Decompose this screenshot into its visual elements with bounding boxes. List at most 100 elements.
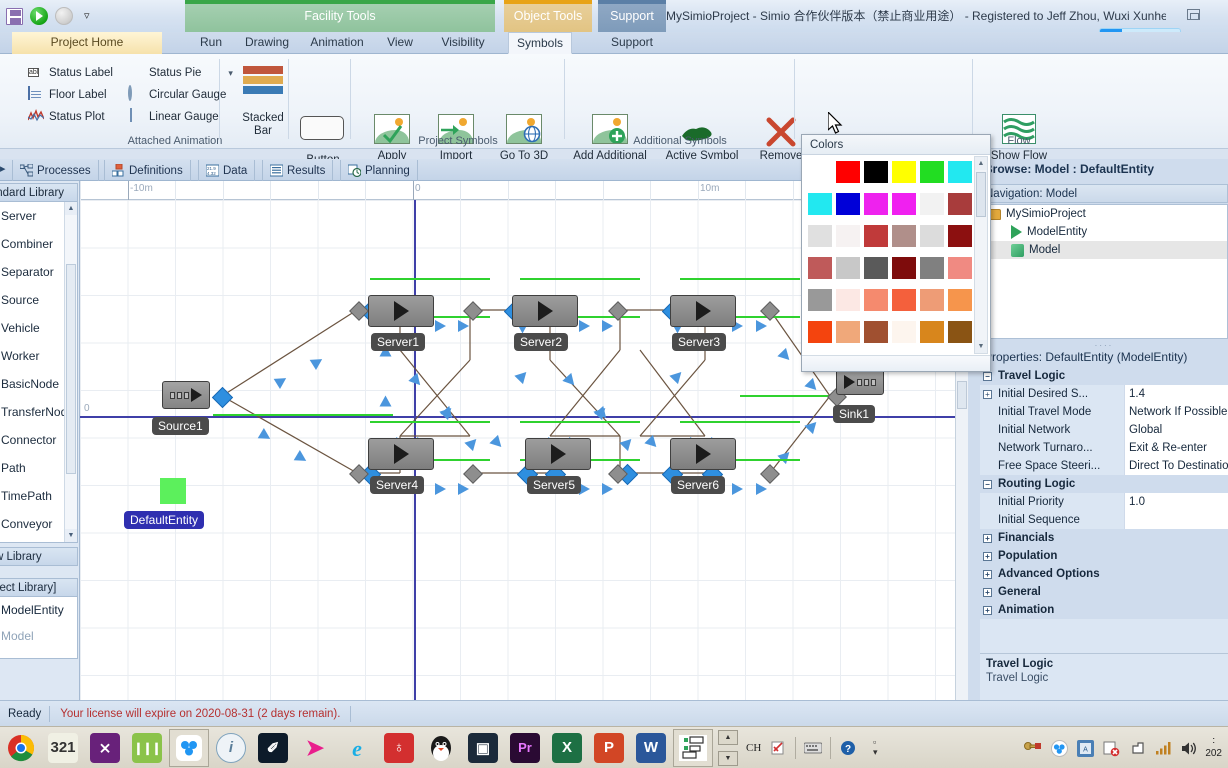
- object-label-source1[interactable]: Source1: [152, 417, 209, 435]
- tab-view[interactable]: View: [376, 32, 424, 54]
- ime-indicator[interactable]: CH ? ▫ ▾: [740, 736, 891, 759]
- color-swatch-5-0[interactable]: [808, 321, 832, 343]
- color-swatch-3-1[interactable]: [836, 257, 860, 279]
- contextual-tab-object-tools[interactable]: Object Tools: [504, 0, 592, 32]
- color-swatch-2-0[interactable]: [808, 225, 832, 247]
- colors-scrollbar[interactable]: ▲ ▼: [974, 156, 988, 354]
- object-label-server6[interactable]: Server6: [671, 476, 726, 494]
- blocked-icon[interactable]: [1101, 738, 1121, 758]
- object-source1[interactable]: [162, 381, 210, 409]
- property-value[interactable]: Direct To Destinatio: [1124, 457, 1228, 475]
- ribbon-item-status-plot[interactable]: Status Plot: [27, 106, 113, 128]
- color-swatch-5-5[interactable]: [948, 321, 972, 343]
- object-label-server5[interactable]: Server5: [527, 476, 582, 494]
- color-swatch-3-2[interactable]: [864, 257, 888, 279]
- color-swatch-0-0[interactable]: [808, 161, 832, 183]
- entity-defaultentity-icon[interactable]: [160, 478, 186, 504]
- property-category-advanced-options[interactable]: + Advanced Options: [980, 565, 1228, 583]
- color-swatch-0-5[interactable]: [948, 161, 972, 183]
- tab-symbols[interactable]: Symbols: [508, 32, 572, 54]
- project-library-list[interactable]: ModelEntity Model: [0, 597, 78, 659]
- ribbon-item-status-pie[interactable]: Status Pie ▾: [128, 62, 233, 84]
- object-server4[interactable]: [368, 438, 434, 470]
- color-swatch-2-3[interactable]: [892, 225, 916, 247]
- library-scrollbar[interactable]: ▲ ▼: [64, 202, 77, 542]
- color-swatch-1-1[interactable]: [836, 193, 860, 215]
- baidu-netdisk-tray-icon[interactable]: [1049, 738, 1069, 758]
- taskbar-info-app-icon[interactable]: i: [211, 729, 251, 767]
- expand-icon[interactable]: +: [983, 533, 992, 543]
- taskbar-clock[interactable]: ∶ 202: [1205, 736, 1224, 760]
- color-swatch-3-3[interactable]: [892, 257, 916, 279]
- library-scroll-thumb[interactable]: [66, 264, 76, 474]
- tree-item-mysimioproject[interactable]: MySimioProject: [981, 205, 1227, 223]
- color-swatch-4-4[interactable]: [920, 289, 944, 311]
- color-swatch-4-1[interactable]: [836, 289, 860, 311]
- run-icon[interactable]: [30, 7, 48, 25]
- tab-support[interactable]: Support: [598, 32, 666, 54]
- taskbar-data-chart-app-icon[interactable]: ❙❙❙: [127, 729, 167, 767]
- taskbar-meeting-app-icon[interactable]: ▣: [463, 729, 503, 767]
- project-library-item-modelentity[interactable]: ModelEntity: [0, 597, 77, 623]
- color-swatch-2-5[interactable]: [948, 225, 972, 247]
- panel-grip[interactable]: ····: [0, 566, 78, 576]
- object-server1[interactable]: [368, 295, 434, 327]
- tab-definitions[interactable]: Definitions: [104, 160, 191, 181]
- library-scroll-up-icon[interactable]: ▲: [65, 202, 77, 215]
- collapse-icon[interactable]: −: [983, 371, 992, 381]
- object-label-server2[interactable]: Server2: [514, 333, 569, 351]
- stop-icon[interactable]: [55, 7, 73, 25]
- property-row-initial-network[interactable]: Initial Network Global: [980, 421, 1228, 439]
- customize-quick-access-icon[interactable]: ▿: [84, 10, 90, 22]
- color-swatch-0-4[interactable]: [920, 161, 944, 183]
- color-swatch-1-0[interactable]: [808, 193, 832, 215]
- object-label-server1[interactable]: Server1: [371, 333, 426, 351]
- colors-scroll-up-icon[interactable]: ▲: [975, 157, 987, 170]
- color-swatch-4-3[interactable]: [892, 289, 916, 311]
- color-swatch-5-1[interactable]: [836, 321, 860, 343]
- tab-processes[interactable]: Processes: [12, 160, 99, 181]
- property-value[interactable]: Global: [1124, 421, 1228, 439]
- ribbon-item-status-label[interactable]: abl Status Label: [28, 62, 113, 84]
- contextual-tab-facility-tools[interactable]: Facility Tools: [185, 0, 495, 32]
- colors-scroll-thumb[interactable]: [976, 172, 986, 217]
- property-category-general[interactable]: + General: [980, 583, 1228, 601]
- color-swatch-4-0[interactable]: [808, 289, 832, 311]
- expand-icon[interactable]: +: [983, 587, 992, 597]
- collapse-icon[interactable]: −: [983, 479, 992, 489]
- flow-library-header[interactable]: Flow Library: [0, 547, 78, 566]
- taskbar-powerpoint-icon[interactable]: P: [589, 729, 629, 767]
- property-row-initial-priority[interactable]: Initial Priority 1.0: [980, 493, 1228, 511]
- object-server2[interactable]: [512, 295, 578, 327]
- restore-window-icon[interactable]: [1187, 9, 1200, 20]
- tab-drawing[interactable]: Drawing: [236, 32, 298, 54]
- taskbar-qq-icon[interactable]: [421, 729, 461, 767]
- property-category-financials[interactable]: + Financials: [980, 529, 1228, 547]
- color-swatch-0-3[interactable]: [892, 161, 916, 183]
- property-category-routing-logic[interactable]: − Routing Logic: [980, 475, 1228, 493]
- taskbar-excel-icon[interactable]: X: [547, 729, 587, 767]
- taskbar-internet-explorer-icon[interactable]: e: [337, 729, 377, 767]
- tab-run[interactable]: Run: [186, 32, 236, 54]
- usb-icon[interactable]: [1127, 738, 1147, 758]
- key-icon[interactable]: [1023, 738, 1043, 758]
- property-category-animation[interactable]: + Animation: [980, 601, 1228, 619]
- color-swatch-3-0[interactable]: [808, 257, 832, 279]
- property-row-initial-travel-mode[interactable]: Initial Travel Mode Network If Possible: [980, 403, 1228, 421]
- color-swatch-0-1[interactable]: [836, 161, 860, 183]
- object-label-server4[interactable]: Server4: [370, 476, 425, 494]
- color-swatch-2-1[interactable]: [836, 225, 860, 247]
- colors-dropdown-panel[interactable]: Colors ▲ ▼: [801, 134, 991, 372]
- project-library-item-model[interactable]: Model: [0, 623, 77, 649]
- save-icon[interactable]: [6, 7, 23, 25]
- tab-project-home[interactable]: Project Home: [12, 32, 162, 54]
- object-label-server3[interactable]: Server3: [672, 333, 727, 351]
- tree-item-modelentity[interactable]: ModelEntity: [981, 223, 1227, 241]
- property-value[interactable]: 1.4: [1124, 385, 1228, 403]
- taskbar-simio-icon[interactable]: [673, 728, 713, 767]
- network-icon[interactable]: [1153, 738, 1173, 758]
- expand-icon[interactable]: +: [983, 551, 992, 561]
- view-tabs-overflow-icon[interactable]: ▸: [0, 162, 6, 175]
- ribbon-item-floor-label[interactable]: Floor Label: [28, 84, 113, 106]
- entity-label-defaultentity[interactable]: DefaultEntity: [124, 511, 205, 529]
